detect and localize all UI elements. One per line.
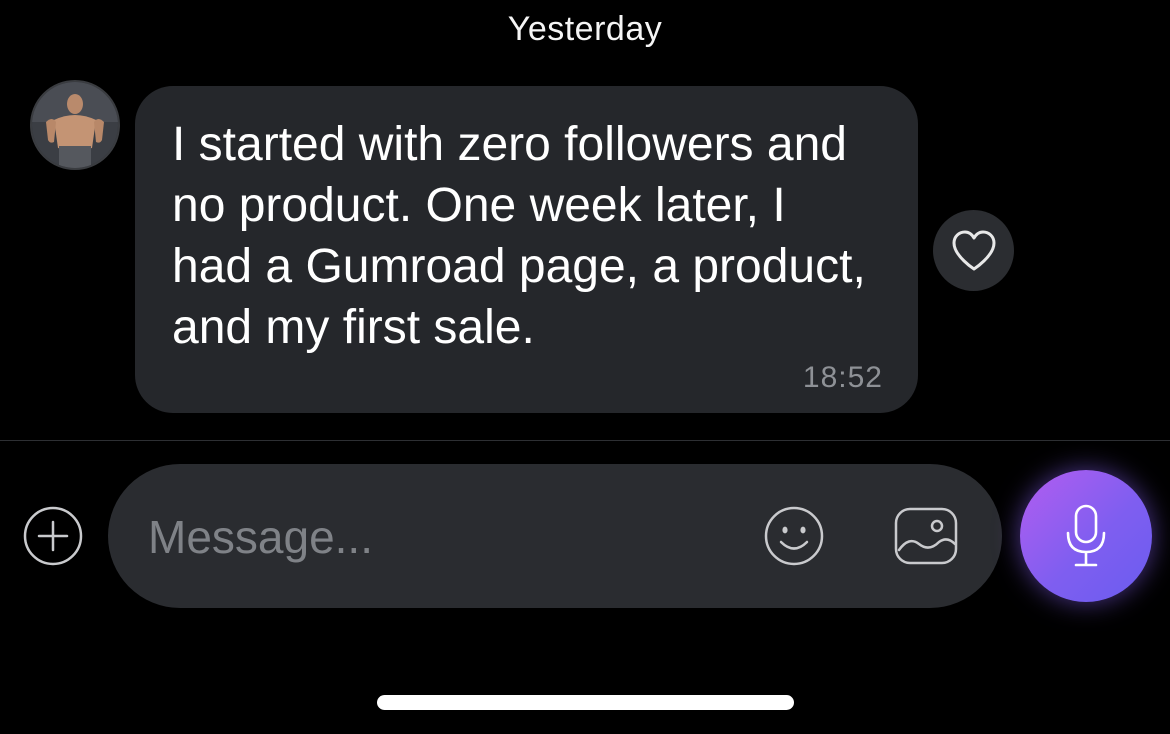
smiley-icon xyxy=(764,506,824,566)
add-attachment-button[interactable] xyxy=(23,506,83,566)
plus-circle-icon xyxy=(23,506,83,566)
date-separator: Yesterday xyxy=(507,10,663,48)
image-icon xyxy=(894,507,958,565)
gallery-button[interactable] xyxy=(893,505,959,567)
emoji-button[interactable] xyxy=(763,505,825,567)
message-text: I started with zero followers and no pro… xyxy=(172,118,866,354)
avatar-image xyxy=(32,82,118,168)
voice-message-button[interactable] xyxy=(1020,470,1152,602)
microphone-icon xyxy=(1066,504,1106,567)
message-timestamp: 18:52 xyxy=(802,361,883,394)
heart-icon xyxy=(952,230,995,270)
message-composer xyxy=(108,464,1002,608)
message-bubble[interactable]: I started with zero followers and no pro… xyxy=(135,86,918,413)
like-button[interactable] xyxy=(933,210,1014,291)
avatar[interactable] xyxy=(30,80,120,170)
composer-divider xyxy=(0,440,1170,441)
message-input[interactable] xyxy=(148,502,708,572)
home-indicator[interactable] xyxy=(377,695,794,710)
